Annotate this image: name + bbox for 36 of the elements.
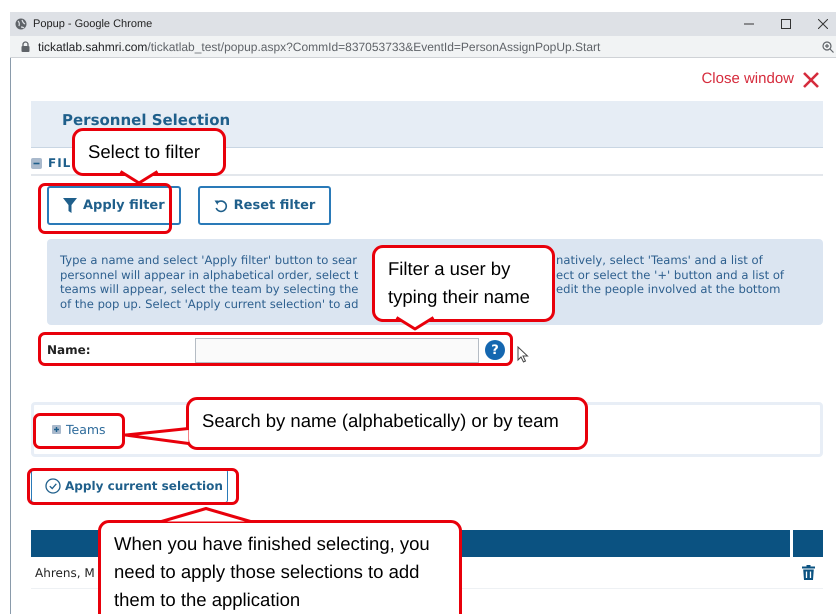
callout: Search by name (alphabetically) or by team bbox=[186, 397, 588, 450]
callout-pointer bbox=[119, 170, 159, 186]
maximize-icon[interactable] bbox=[781, 19, 791, 29]
help-text: edit the people involved at the bottom bbox=[556, 282, 780, 296]
help-text: ect or select the '+' button and a list of bbox=[556, 268, 784, 282]
window-title: Popup - Google Chrome bbox=[33, 16, 152, 32]
zoom-icon[interactable] bbox=[822, 41, 834, 53]
table-cell-text: Ahrens, M bbox=[35, 564, 95, 582]
tree-item[interactable]: Teams bbox=[66, 420, 106, 440]
trash-icon[interactable] bbox=[802, 565, 814, 580]
section-header[interactable]: FIL bbox=[48, 154, 72, 172]
expand-icon[interactable] bbox=[52, 425, 61, 434]
help-text: Type a name and select 'Apply filter' button to sear bbox=[60, 253, 358, 267]
close-icon[interactable] bbox=[818, 19, 828, 29]
help-text: natively, select 'Teams' and a list of bbox=[556, 253, 763, 267]
globe-icon bbox=[15, 18, 27, 30]
callout-pointer bbox=[395, 316, 435, 332]
close-window-link[interactable]: Close window bbox=[701, 68, 794, 91]
cursor-icon bbox=[517, 346, 529, 363]
reset-filter-button[interactable]: Reset filter bbox=[198, 186, 332, 225]
table-header bbox=[793, 530, 823, 558]
close-icon[interactable] bbox=[803, 72, 819, 88]
help-text: teams will appear, select the team by selecting the bbox=[60, 282, 358, 296]
check-circle-icon bbox=[45, 478, 61, 494]
undo-icon bbox=[214, 198, 228, 212]
lock-icon bbox=[21, 41, 30, 52]
help-text: personnel will appear in alphabetical order, select t bbox=[60, 268, 358, 282]
funnel-icon bbox=[63, 198, 77, 213]
collapse-icon[interactable] bbox=[31, 158, 42, 168]
name-input[interactable] bbox=[195, 338, 479, 363]
help-text: of the pop up. Select 'Apply current selection' to ad bbox=[60, 296, 358, 311]
apply-selection-button[interactable]: Apply current selection bbox=[31, 469, 228, 504]
callout-pointer bbox=[124, 427, 190, 445]
panel-title: Personnel Selection bbox=[62, 111, 230, 129]
field-label: Name: bbox=[47, 342, 92, 360]
help-button[interactable]: ? bbox=[485, 340, 505, 360]
